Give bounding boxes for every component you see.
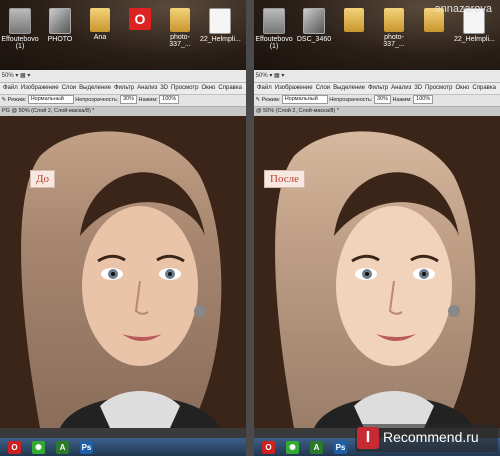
- brand-logo-icon: I: [357, 427, 379, 449]
- desktop-icon-label: DSC_3460: [296, 36, 332, 43]
- desktop-icon-label: PHOTO: [47, 36, 73, 43]
- opacity-label: Непрозрачность:: [329, 97, 373, 103]
- menu-item[interactable]: Файл: [3, 85, 18, 91]
- desktop-icon-label: photo-337_...: [383, 34, 405, 48]
- menu-item[interactable]: Выделение: [333, 85, 365, 91]
- menu-item[interactable]: Просмотр: [171, 85, 198, 91]
- desktop-icon[interactable]: photo-337_...: [160, 8, 200, 48]
- photoshop-icon[interactable]: Ps: [80, 441, 93, 454]
- desktop-icon[interactable]: Ana: [80, 8, 120, 41]
- desktop-icon[interactable]: Effoutebovo (1): [0, 8, 40, 50]
- zoom-value[interactable]: 50%: [256, 73, 268, 79]
- panel-divider: [246, 0, 254, 456]
- opacity-field[interactable]: 30%: [119, 95, 137, 105]
- menu-item[interactable]: Справка: [218, 85, 242, 91]
- photo-icon: [49, 8, 71, 34]
- menu-item[interactable]: Анализ: [137, 85, 157, 91]
- acrobat-icon[interactable]: A: [310, 441, 323, 454]
- menu-item[interactable]: 3D: [160, 85, 168, 91]
- opacity-field[interactable]: 30%: [373, 95, 391, 105]
- flow-label: Нажим:: [392, 97, 412, 103]
- desktop-icon-label: 22_Helmpli...: [454, 36, 495, 43]
- desktop-icon[interactable]: photo-337_...: [374, 8, 414, 48]
- brand-logo[interactable]: I Recommend.ru: [355, 424, 498, 452]
- watermark-text: annazarova: [434, 3, 493, 15]
- menu-item[interactable]: Окно: [201, 85, 215, 91]
- desktop-icon[interactable]: 22_Helmpli...: [200, 8, 241, 43]
- menu-item[interactable]: Слои: [62, 85, 77, 91]
- before-screenshot: Effoutebovo (1) PHOTO Ana O photo-337_..…: [0, 0, 246, 456]
- folder-icon: [344, 8, 364, 32]
- gray-icon: [9, 8, 31, 34]
- flow-label: Нажим:: [138, 97, 158, 103]
- folder-icon: [170, 8, 190, 32]
- portrait-photo: После: [254, 116, 500, 428]
- menu-item[interactable]: Выделение: [79, 85, 111, 91]
- portrait-photo: До: [0, 116, 246, 428]
- after-label: После: [264, 170, 305, 188]
- photo-icon: [303, 8, 325, 34]
- brand-logo-text: Recommend.ru: [383, 429, 479, 445]
- folder-icon: [384, 8, 404, 32]
- menu-item[interactable]: 3D: [414, 85, 422, 91]
- star-icon[interactable]: ✺: [32, 441, 45, 454]
- opacity-label: Непрозрачность:: [75, 97, 119, 103]
- opera-icon[interactable]: O: [262, 441, 275, 454]
- flow-field[interactable]: 100%: [413, 95, 434, 105]
- desktop-icon-label: 22_Helmpli...: [200, 36, 241, 43]
- menu-item[interactable]: Просмотр: [425, 85, 452, 91]
- desktop-icon-label: photo-337_...: [169, 34, 191, 48]
- desktop-icon[interactable]: Effoutebovo (1): [254, 8, 294, 50]
- brush-icon[interactable]: ✎: [2, 97, 7, 103]
- flow-field[interactable]: 100%: [159, 95, 180, 105]
- brush-icon[interactable]: ✎: [256, 97, 261, 103]
- menu-item[interactable]: Фильтр: [368, 85, 388, 91]
- brush-options: ✎ Режим: Нормальный Непрозрачность: 30% …: [0, 95, 246, 107]
- taskbar: O ✺ A Ps: [0, 438, 246, 456]
- folder-icon: [90, 8, 110, 32]
- menu-item[interactable]: Справка: [472, 85, 496, 91]
- desktop-icon[interactable]: O: [120, 8, 160, 32]
- photoshop-icon[interactable]: Ps: [334, 441, 347, 454]
- doc-icon: [209, 8, 231, 34]
- opera-icon: O: [129, 8, 151, 30]
- document-tab[interactable]: PG @ 50% (Слой 2, Слой-маска/8) *: [0, 107, 246, 116]
- menu-item[interactable]: Слои: [316, 85, 331, 91]
- opera-icon[interactable]: O: [8, 441, 21, 454]
- menu-bar: Файл Изображение Слои Выделение Фильтр Анализ…: [0, 83, 246, 95]
- mode-select[interactable]: Нормальный: [281, 95, 328, 105]
- menu-item[interactable]: Файл: [257, 85, 272, 91]
- mode-label: Режим:: [7, 97, 27, 103]
- desktop-icon[interactable]: [334, 8, 374, 34]
- star-icon[interactable]: ✺: [286, 441, 299, 454]
- portrait-illustration: [254, 116, 500, 428]
- desktop-icon-label: Effoutebovo (1): [1, 36, 39, 50]
- menu-item[interactable]: Изображение: [21, 85, 59, 91]
- acrobat-icon[interactable]: A: [56, 441, 69, 454]
- menu-item[interactable]: Анализ: [391, 85, 411, 91]
- mode-label: Режим:: [261, 97, 281, 103]
- brush-options: ✎ Режим: Нормальный Непрозрачность: 30% …: [254, 95, 500, 107]
- desktop-icon-label: Effoutebovo (1): [255, 36, 293, 50]
- zoom-bar: 50% ▾ ▦ ▾: [0, 70, 246, 83]
- desktop-icon-label: Ana: [93, 34, 107, 41]
- document-tab[interactable]: @ 50% (Слой 2, Слой-маска/8) *: [254, 107, 500, 116]
- mode-select[interactable]: Нормальный: [27, 95, 74, 105]
- desktop-icon[interactable]: PHOTO: [40, 8, 80, 43]
- desktop-area: Effoutebovo (1) PHOTO Ana O photo-337_..…: [0, 0, 246, 70]
- after-screenshot: Effoutebovo (1) DSC_3460 photo-337_... 2…: [254, 0, 500, 456]
- menu-bar: Файл Изображение Слои Выделение Фильтр Анализ…: [254, 83, 500, 95]
- zoom-value[interactable]: 50%: [2, 73, 14, 79]
- before-label: До: [30, 170, 56, 188]
- desktop-icon[interactable]: DSC_3460: [294, 8, 334, 43]
- portrait-illustration: [0, 116, 246, 428]
- gray-icon: [263, 8, 285, 34]
- menu-item[interactable]: Окно: [455, 85, 469, 91]
- zoom-bar: 50% ▾ ▦ ▾: [254, 70, 500, 83]
- menu-item[interactable]: Фильтр: [114, 85, 134, 91]
- menu-item[interactable]: Изображение: [275, 85, 313, 91]
